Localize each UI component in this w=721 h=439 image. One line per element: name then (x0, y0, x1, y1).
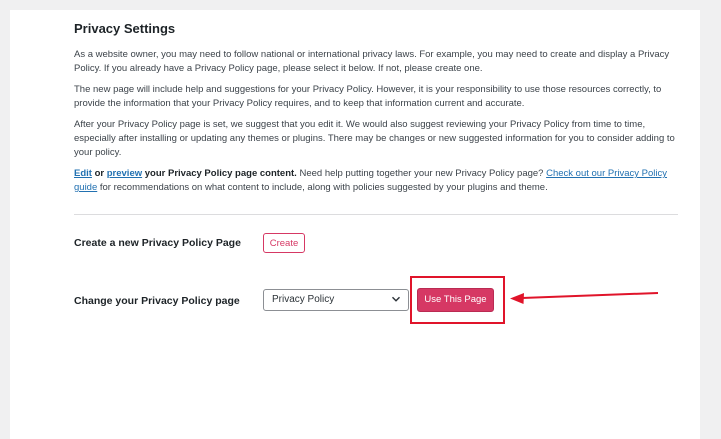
use-this-page-button[interactable]: Use This Page (417, 288, 494, 312)
edit-link[interactable]: Edit (74, 168, 92, 179)
select-value: Privacy Policy (272, 294, 335, 305)
page-content-text: your Privacy Policy page content. (142, 168, 297, 179)
help-text: Need help putting together your new Priv… (296, 168, 547, 179)
privacy-settings-section: Privacy Settings As a website owner, you… (74, 20, 680, 195)
chevron-down-icon (391, 296, 401, 302)
privacy-page-select[interactable]: Privacy Policy (263, 289, 409, 311)
or-text: or (91, 168, 107, 179)
edit-preview-paragraph: Edit or preview your Privacy Policy page… (74, 167, 680, 195)
intro-paragraph-1: As a website owner, you may need to foll… (74, 49, 670, 74)
intro-paragraph-3: After your Privacy Policy page is set, w… (74, 119, 675, 158)
section-divider (74, 214, 678, 215)
change-page-label: Change your Privacy Policy page (74, 295, 240, 307)
preview-link[interactable]: preview (107, 168, 142, 179)
guide-tail-text: for recommendations on what content to i… (97, 182, 548, 193)
section-title: Privacy Settings (74, 21, 176, 36)
intro-paragraph-2: The new page will include help and sugge… (74, 84, 662, 109)
create-button[interactable]: Create (263, 233, 305, 253)
create-page-label: Create a new Privacy Policy Page (74, 237, 241, 249)
arrow-left-icon (510, 292, 658, 304)
